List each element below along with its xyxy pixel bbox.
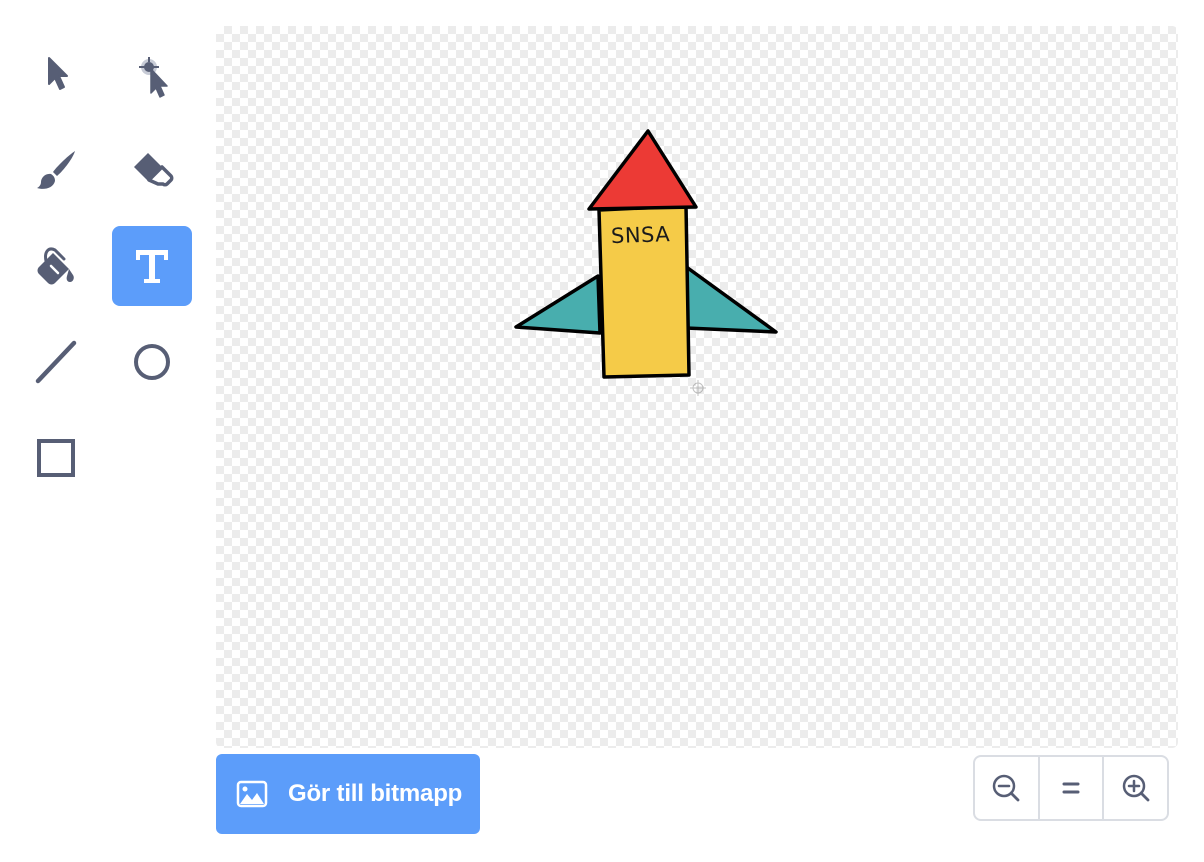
zoom-controls [973, 755, 1169, 821]
brush-icon [37, 151, 75, 189]
convert-to-bitmap-label: Gör till bitmapp [288, 780, 463, 807]
line-icon [35, 340, 77, 384]
rocket-nose[interactable] [587, 129, 698, 211]
zoom-reset-button[interactable] [1037, 757, 1103, 819]
zoom-reset-icon [1062, 782, 1080, 794]
arrow-select-icon [48, 57, 68, 90]
reshape-tool-button[interactable] [112, 34, 192, 114]
eraser-icon [134, 153, 174, 187]
circle-tool-button[interactable] [112, 322, 192, 402]
rectangle-icon [37, 439, 75, 477]
drawing-canvas[interactable]: SNSA [216, 26, 1178, 748]
bitmap-image-icon [236, 778, 268, 810]
zoom-in-icon [1122, 774, 1150, 802]
zoom-out-icon [993, 774, 1020, 802]
paint-editor: SNSA Gör till bitmapp [0, 0, 1204, 862]
convert-to-bitmap-button[interactable]: Gör till bitmapp [216, 754, 480, 834]
rocket-label-text[interactable]: SNSA [611, 222, 671, 248]
select-tool-button[interactable] [16, 34, 96, 114]
rotation-center-icon [690, 380, 706, 396]
paint-bucket-icon [37, 247, 74, 285]
rocket-left-fin[interactable] [514, 274, 602, 335]
fill-tool-button[interactable] [16, 226, 96, 306]
zoom-in-button[interactable] [1102, 757, 1167, 819]
reshape-icon [139, 57, 168, 98]
eraser-tool-button[interactable] [112, 130, 192, 210]
zoom-out-button[interactable] [975, 757, 1038, 819]
rectangle-tool-button[interactable] [16, 418, 96, 498]
circle-icon [134, 344, 170, 380]
line-tool-button[interactable] [16, 322, 96, 402]
rocket-drawing[interactable]: SNSA [216, 26, 1178, 748]
text-tool-icon [136, 250, 168, 283]
rocket-right-fin[interactable] [683, 264, 778, 334]
brush-tool-button[interactable] [16, 130, 96, 210]
text-tool-button[interactable] [112, 226, 192, 306]
